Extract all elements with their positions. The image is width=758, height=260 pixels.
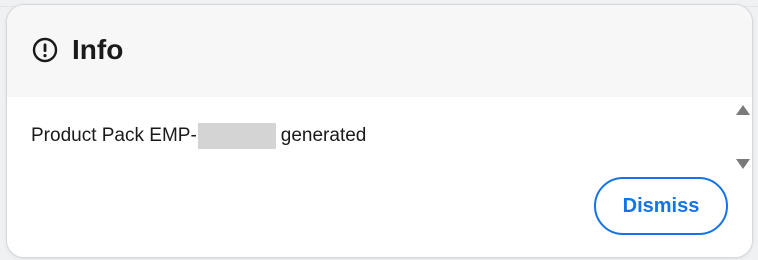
dismiss-button[interactable]: Dismiss [594, 177, 728, 235]
info-dialog: Info Product Pack EMP-generated Dismiss [6, 4, 753, 258]
dialog-header: Info [7, 5, 752, 97]
scroll-down-arrow-icon[interactable] [736, 159, 750, 169]
dialog-body: Product Pack EMP-generated Dismiss [7, 97, 752, 257]
redacted-id [197, 123, 276, 149]
scroll-up-arrow-icon[interactable] [736, 105, 750, 115]
scrollbar[interactable] [734, 101, 750, 181]
message-suffix: generated [280, 125, 367, 146]
message-prefix: Product Pack EMP- [31, 125, 197, 146]
dialog-title: Info [72, 34, 124, 65]
dialog-message: Product Pack EMP-generated [31, 123, 366, 149]
info-icon [32, 37, 58, 63]
